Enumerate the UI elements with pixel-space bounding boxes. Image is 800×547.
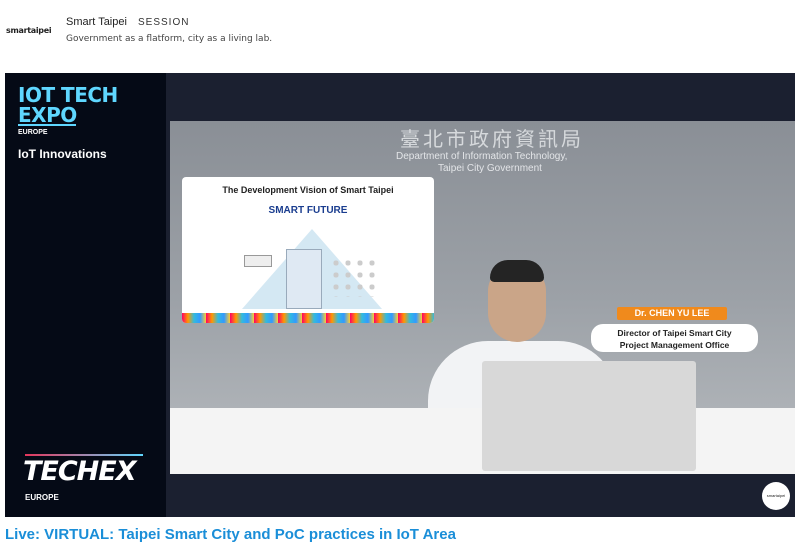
speaker-role-line1: Director of Taipei Smart City xyxy=(617,328,732,338)
expo-region: EUROPE xyxy=(18,129,48,136)
slide-circles xyxy=(330,257,380,297)
org-line: Smart Taipei SESSION xyxy=(66,16,189,28)
laptop xyxy=(482,361,696,471)
event-sidebar: IOT TECH EXPO EUROPE IoT Innovations TEC… xyxy=(5,73,166,517)
speaker-role-line2: Project Management Office xyxy=(619,340,730,350)
speaker-role-tag: Director of Taipei Smart City Project Ma… xyxy=(591,324,758,352)
smart-taipei-badge: smartaipei xyxy=(762,482,790,510)
org-tagline: Government as a flatform, city as a livi… xyxy=(66,34,273,44)
slide-heading: SMART FUTURE xyxy=(268,205,348,216)
video-letterbox-bottom xyxy=(170,474,795,517)
wall-sign-chinese: 臺北市政府資訊局 xyxy=(400,127,584,151)
video-letterbox-top xyxy=(170,73,795,121)
section-title: IoT Innovations xyxy=(18,147,107,161)
session-title-link[interactable]: Live: VIRTUAL: Taipei Smart City and PoC… xyxy=(5,526,456,543)
slide-diagram xyxy=(286,249,322,309)
presentation-slide: The Development Vision of Smart Taipei S… xyxy=(182,177,434,323)
org-name[interactable]: Smart Taipei xyxy=(66,16,127,28)
slide-skyline xyxy=(182,313,434,323)
techex-region: EUROPE xyxy=(25,493,59,502)
smart-taipei-logo[interactable]: smartaipei xyxy=(6,26,52,35)
session-header: smartaipei Smart Taipei SESSION Governme… xyxy=(0,0,800,60)
techex-logo: TECHEX xyxy=(23,456,137,487)
video-player[interactable]: IOT TECH EXPO EUROPE IoT Innovations TEC… xyxy=(5,73,795,517)
speaker-name-tag: Dr. CHEN YU LEE xyxy=(617,307,727,320)
slide-box xyxy=(244,255,272,267)
video-frame[interactable]: 臺北市政府資訊局 Department of Information Techn… xyxy=(170,121,795,474)
wall-sign-en-line2: Taipei City Government xyxy=(438,163,542,174)
speaker-hair xyxy=(490,260,544,282)
wall-sign-en-line1: Department of Information Technology, xyxy=(396,151,568,162)
session-label: SESSION xyxy=(138,17,190,28)
expo-title: IOT TECH EXPO xyxy=(18,83,118,127)
expo-underline xyxy=(18,124,76,126)
slide-title: The Development Vision of Smart Taipei xyxy=(222,185,394,195)
